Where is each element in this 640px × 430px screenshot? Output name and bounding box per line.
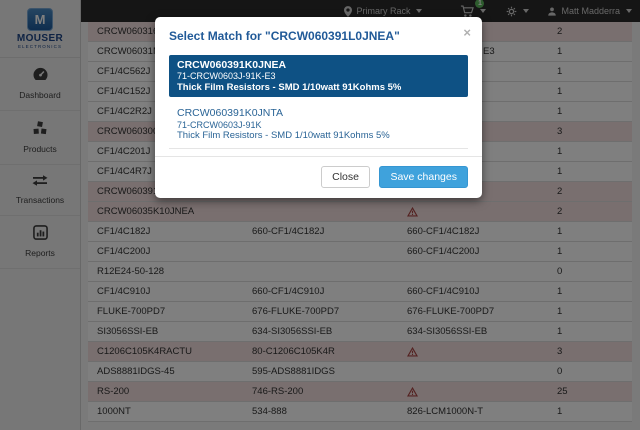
select-match-modal: × Select Match for "CRCW060391L0JNEA" CR… <box>155 17 482 198</box>
save-changes-button[interactable]: Save changes <box>379 166 468 188</box>
option-description: Thick Film Resistors - SMD 1/10watt 91Ko… <box>177 130 460 141</box>
match-options-list: CRCW060391K0JNEA 71-CRCW0603J-91K-E3 Thi… <box>169 55 468 149</box>
modal-footer: Close Save changes <box>155 156 482 198</box>
close-button[interactable]: Close <box>321 166 370 188</box>
match-option[interactable]: CRCW060391K0JNTA 71-CRCW0603J-91K Thick … <box>169 101 468 149</box>
option-mouser-part: 71-CRCW0603J-91K <box>177 120 460 131</box>
match-option-selected[interactable]: CRCW060391K0JNEA 71-CRCW0603J-91K-E3 Thi… <box>169 55 468 97</box>
option-mouser-part: 71-CRCW0603J-91K-E3 <box>177 71 460 82</box>
option-part-number: CRCW060391K0JNTA <box>177 107 460 119</box>
close-icon[interactable]: × <box>463 26 471 39</box>
option-part-number: CRCW060391K0JNEA <box>177 59 460 71</box>
option-description: Thick Film Resistors - SMD 1/10watt 91Ko… <box>177 82 460 93</box>
modal-title: Select Match for "CRCW060391L0JNEA" <box>155 17 482 51</box>
app-window: Primary Rack 1 Matt Madderra M <box>0 0 640 430</box>
